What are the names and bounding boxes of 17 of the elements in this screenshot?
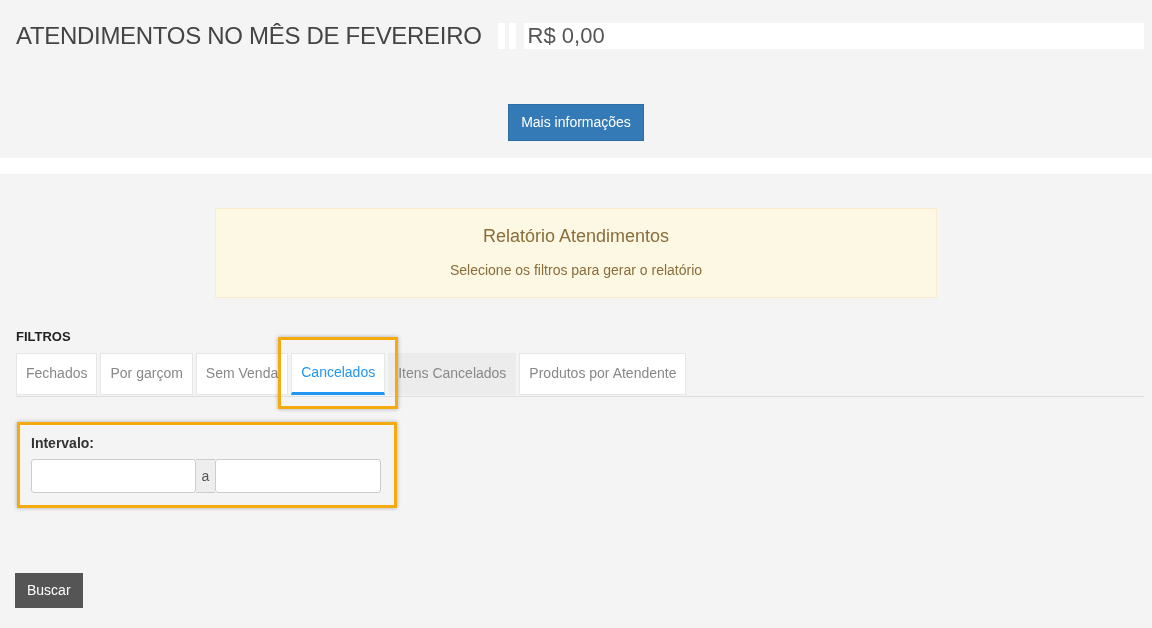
report-title: Relatório Atendimentos — [481, 225, 671, 248]
filter-tab[interactable]: Cancelados — [291, 352, 386, 395]
filter-tab[interactable]: Itens Cancelados — [388, 352, 517, 395]
page-title: ATENDIMENTOS NO MÊS DE FEVEREIRO — [16, 21, 482, 51]
start-date-field[interactable] — [31, 458, 196, 493]
filter-tab[interactable]: Fechados — [16, 352, 98, 395]
end-date-field[interactable] — [215, 458, 381, 493]
filter-tab[interactable]: Produtos por Atendente — [519, 352, 687, 395]
interval-label: Intervalo: — [31, 433, 95, 453]
amount-bar: R$ 0,00 — [523, 23, 1144, 49]
filter-tab[interactable]: Por garçom — [100, 352, 193, 395]
filters-heading: FILTROS — [16, 328, 72, 346]
report-message: Selecione os filtros para gerar o relatório — [448, 261, 704, 280]
range-separator: a — [196, 458, 215, 493]
search-button[interactable]: Buscar — [15, 572, 83, 608]
more-info-button[interactable]: Mais informações — [508, 104, 644, 141]
filter-tab[interactable]: Sem Venda — [195, 352, 289, 395]
